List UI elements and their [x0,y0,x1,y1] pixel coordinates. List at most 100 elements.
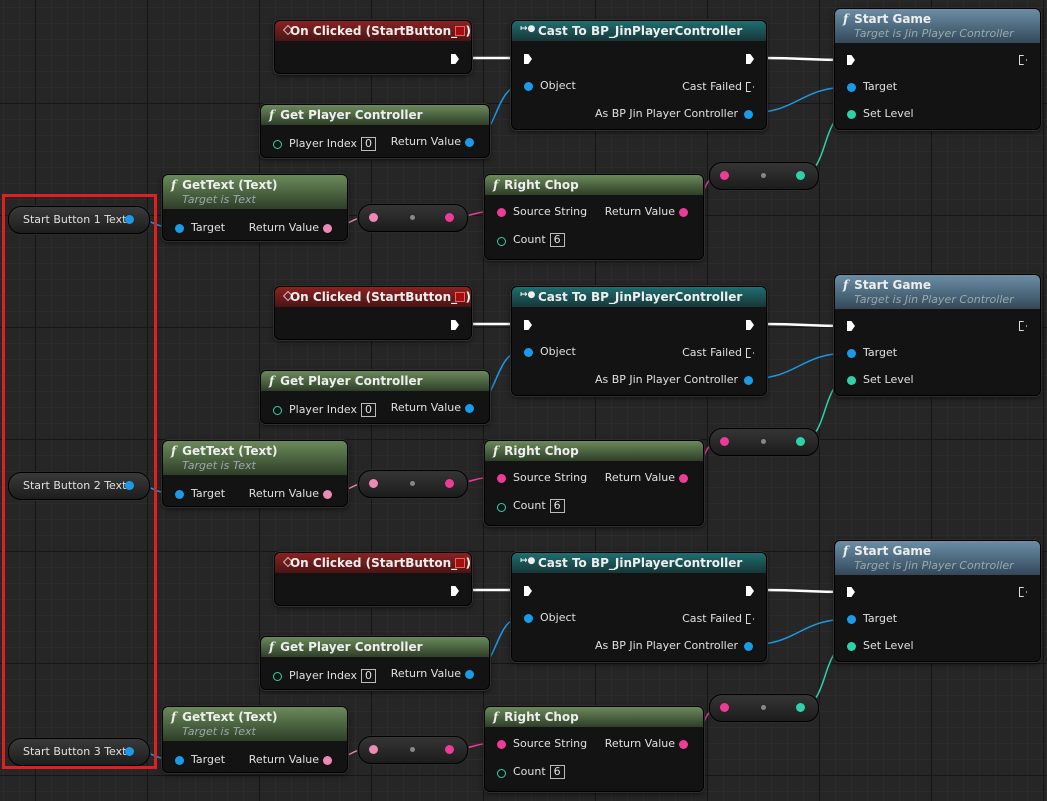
conversion-out-pin[interactable] [445,745,454,754]
player-index-value[interactable]: 0 [361,403,377,417]
player-index-value[interactable]: 0 [361,137,377,151]
cast-failed-pin[interactable] [746,614,754,624]
source-string-pin[interactable] [497,474,506,483]
start-game-title: Start Game [854,12,932,26]
exec-in-pin[interactable] [847,587,855,597]
source-string-pin[interactable] [497,740,506,749]
object-pin[interactable] [524,614,533,623]
exec-out-pin[interactable] [746,586,754,596]
cast-icon: ↦● [520,290,536,300]
object-pin[interactable] [524,82,533,91]
cast-icon: ↦● [520,24,536,34]
exec-in-pin[interactable] [847,321,855,331]
conversion-out-pin[interactable] [445,213,454,222]
exec-out-pin[interactable] [746,54,754,64]
exec-out-pin[interactable] [746,320,754,330]
conversion-in-pin[interactable] [369,479,378,488]
set-level-pin[interactable] [847,642,856,651]
exec-out-pin[interactable] [1019,55,1027,65]
count-value[interactable]: 6 [549,765,565,779]
gpc-return-pin[interactable] [465,404,474,413]
player-index-pin[interactable] [273,672,282,681]
get-player-controller-node[interactable]: f Get Player Controller Player Index 0 Ret… [260,370,490,424]
start-game-node[interactable]: f Start Game Target is Jin Player Controll… [834,8,1041,130]
gpc-return-pin[interactable] [465,670,474,679]
get-player-controller-node[interactable]: f Get Player Controller Player Index 0 Ret… [260,636,490,690]
gettext-return-pin[interactable] [323,224,332,233]
player-index-pin[interactable] [273,140,282,149]
string-in-pin[interactable] [720,437,729,446]
int-out-pin[interactable] [796,437,805,446]
right-chop-return-pin[interactable] [679,208,688,217]
cast-failed-pin[interactable] [746,348,754,358]
right-chop-return-pin[interactable] [679,474,688,483]
conversion-in-pin[interactable] [369,213,378,222]
exec-in-pin[interactable] [847,55,855,65]
string-to-int-node[interactable] [709,162,819,190]
conversion-node[interactable] [358,736,468,764]
conversion-out-pin[interactable] [445,479,454,488]
gettext-node[interactable]: f GetText (Text) Target is Text Target Ret… [162,440,348,507]
exec-out-pin[interactable] [1019,587,1027,597]
gettext-return-pin[interactable] [323,490,332,499]
start-game-node[interactable]: f Start Game Target is Jin Player Controll… [834,540,1041,662]
gettext-target-pin[interactable] [175,224,184,233]
string-to-int-node[interactable] [709,428,819,456]
exec-in-pin[interactable] [524,586,532,596]
exec-out-pin[interactable] [451,54,459,64]
on-clicked-event-node[interactable]: On Clicked (StartButton_2) [274,286,472,340]
target-pin[interactable] [847,83,856,92]
exec-in-pin[interactable] [524,54,532,64]
string-in-pin[interactable] [720,703,729,712]
player-index-value[interactable]: 0 [361,669,377,683]
get-player-controller-node[interactable]: f Get Player Controller Player Index 0 Ret… [260,104,490,158]
right-chop-node[interactable]: f Right Chop Source String Return Value C… [484,440,704,526]
as-controller-pin[interactable] [744,376,753,385]
exec-out-pin[interactable] [1019,321,1027,331]
gettext-target-pin[interactable] [175,756,184,765]
gettext-return-pin[interactable] [323,756,332,765]
cast-node[interactable]: ↦● Cast To BP_JinPlayerController Object … [511,20,767,130]
source-string-pin[interactable] [497,208,506,217]
count-pin[interactable] [497,769,506,778]
exec-in-pin[interactable] [524,320,532,330]
set-level-pin[interactable] [847,110,856,119]
function-icon: f [171,710,177,724]
right-chop-node[interactable]: f Right Chop Source String Return Value C… [484,174,704,260]
start-game-node[interactable]: f Start Game Target is Jin Player Controll… [834,274,1041,396]
cast-node[interactable]: ↦● Cast To BP_JinPlayerController Object … [511,286,767,396]
cast-failed-pin[interactable] [746,82,754,92]
gpc-return-pin[interactable] [465,138,474,147]
object-pin[interactable] [524,348,533,357]
right-chop-node[interactable]: f Right Chop Source String Return Value C… [484,706,704,792]
string-to-int-node[interactable] [709,694,819,722]
count-label: Count 6 [513,233,565,247]
conversion-node[interactable] [358,470,468,498]
exec-out-pin[interactable] [451,586,459,596]
count-value[interactable]: 6 [549,233,565,247]
right-chop-title: Right Chop [504,710,579,724]
set-level-label: Set Level [863,373,914,386]
gettext-target-pin[interactable] [175,490,184,499]
target-pin[interactable] [847,615,856,624]
string-in-pin[interactable] [720,171,729,180]
conversion-in-pin[interactable] [369,745,378,754]
right-chop-return-pin[interactable] [679,740,688,749]
on-clicked-event-node[interactable]: On Clicked (StartButton_3) [274,552,472,606]
count-pin[interactable] [497,237,506,246]
cast-node[interactable]: ↦● Cast To BP_JinPlayerController Object … [511,552,767,662]
exec-out-pin[interactable] [451,320,459,330]
conversion-node[interactable] [358,204,468,232]
as-controller-pin[interactable] [744,642,753,651]
int-out-pin[interactable] [796,171,805,180]
count-value[interactable]: 6 [549,499,565,513]
gettext-node[interactable]: f GetText (Text) Target is Text Target Ret… [162,706,348,773]
as-controller-pin[interactable] [744,110,753,119]
player-index-pin[interactable] [273,406,282,415]
int-out-pin[interactable] [796,703,805,712]
gettext-node[interactable]: f GetText (Text) Target is Text Target Ret… [162,174,348,241]
count-pin[interactable] [497,503,506,512]
target-pin[interactable] [847,349,856,358]
set-level-pin[interactable] [847,376,856,385]
on-clicked-event-node[interactable]: On Clicked (StartButton_1) [274,20,472,74]
